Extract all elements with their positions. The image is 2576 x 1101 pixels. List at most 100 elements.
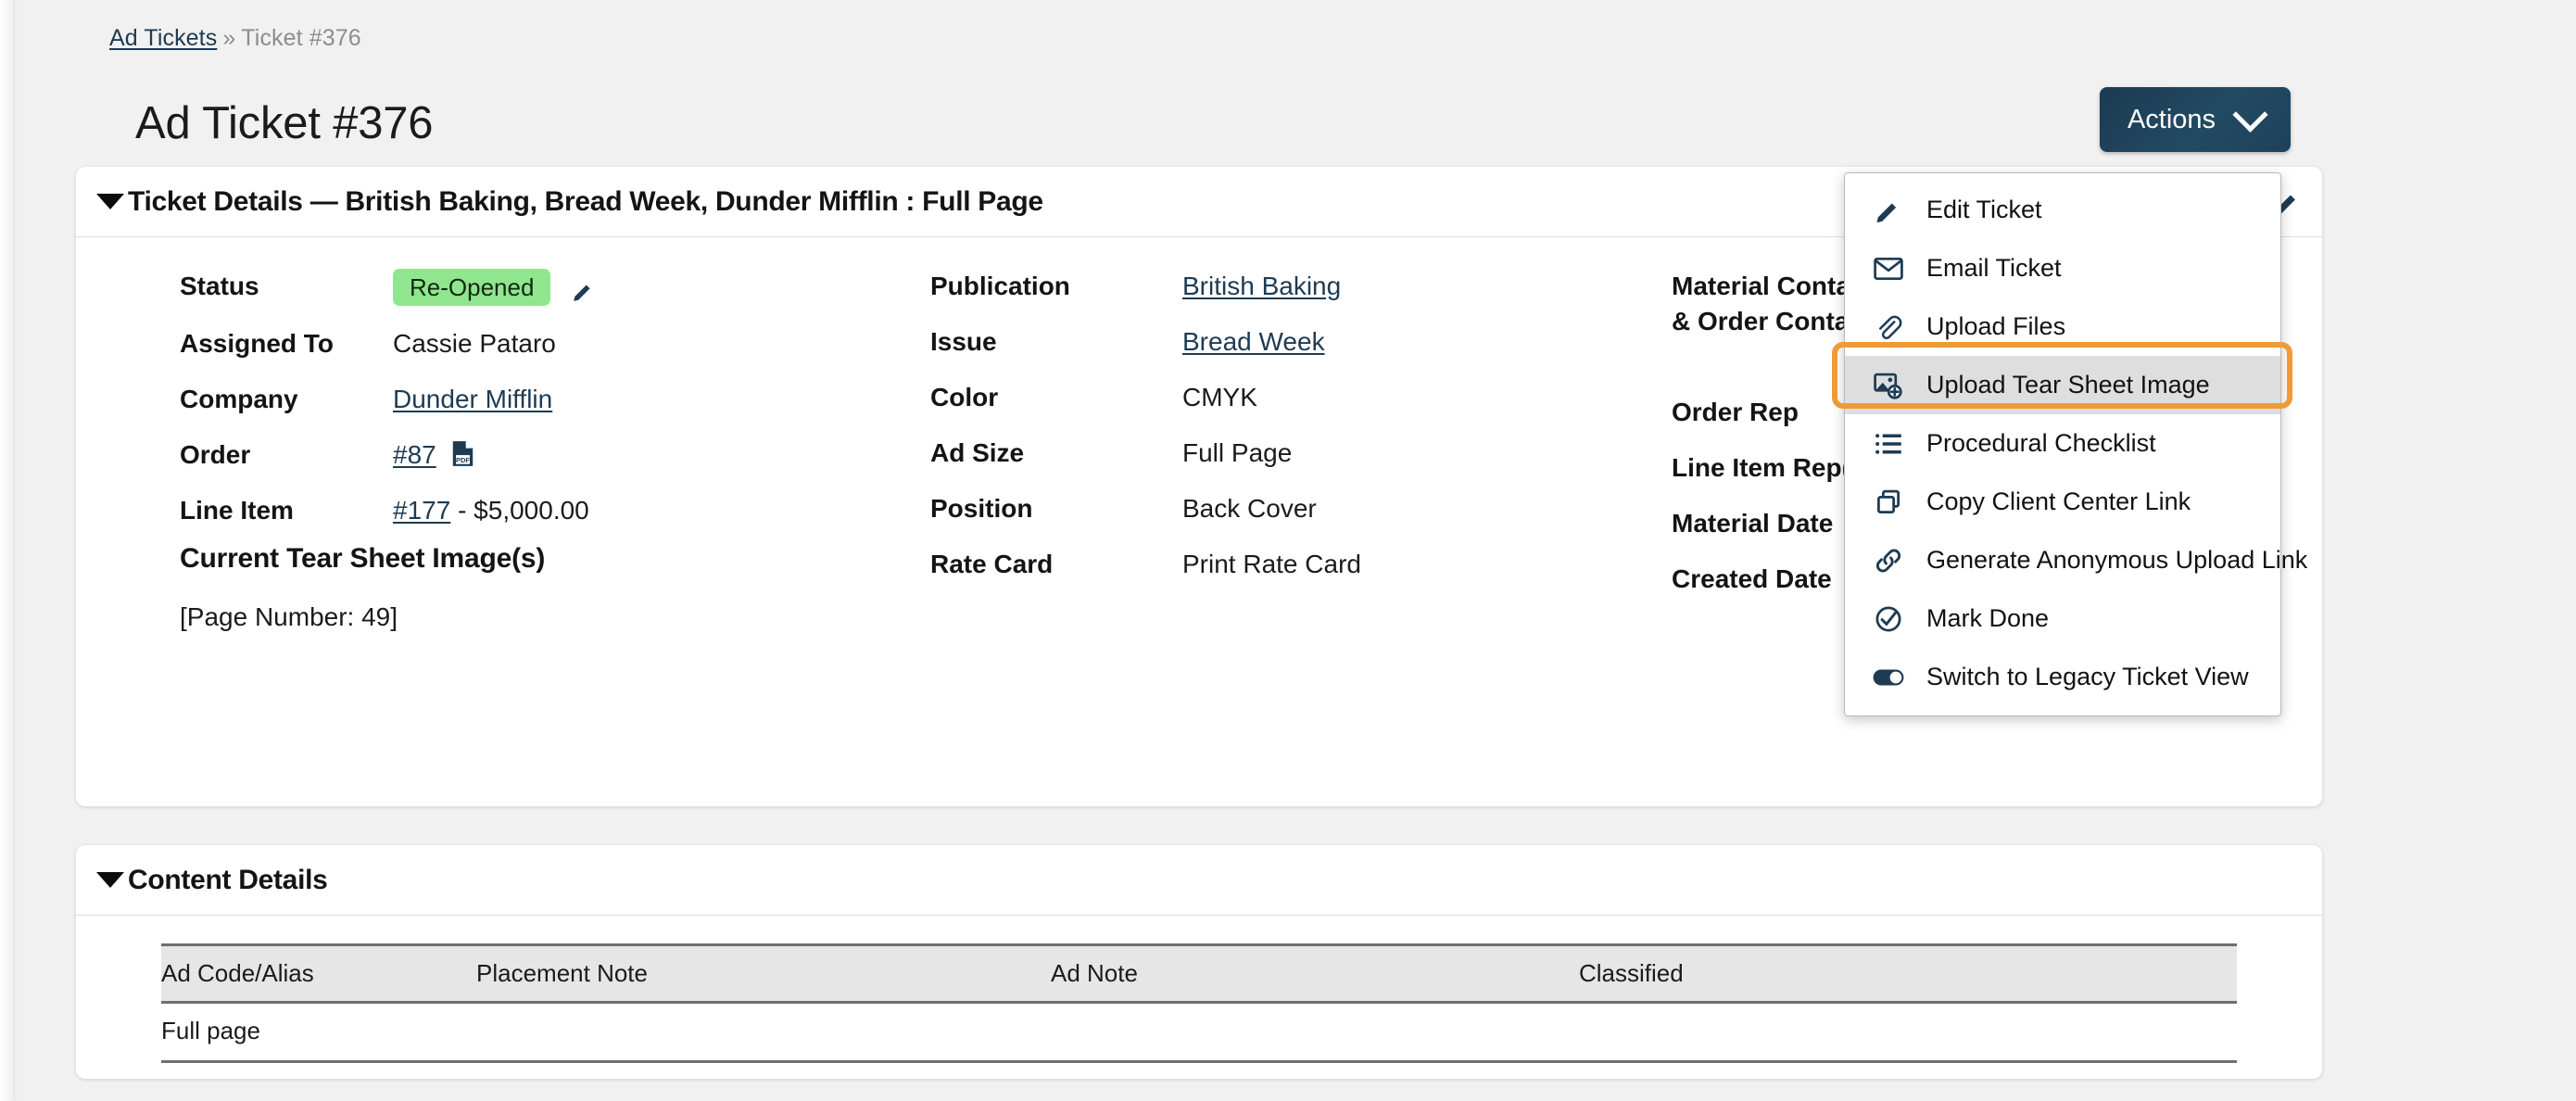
list-icon xyxy=(1873,428,1904,460)
column-header-ad-note: Ad Note xyxy=(1051,943,1579,1004)
content-details-title: Content Details xyxy=(128,864,328,895)
triangle-down-icon[interactable] xyxy=(96,194,124,209)
actions-button[interactable]: Actions xyxy=(2100,87,2291,152)
table-header-row: Ad Code/Alias Placement Note Ad Note Cla… xyxy=(161,943,2237,1004)
image-add-icon xyxy=(1873,370,1904,401)
content-details-table: Ad Code/Alias Placement Note Ad Note Cla… xyxy=(161,943,2237,1063)
detail-label: Company xyxy=(180,385,298,413)
menu-item-label: Procedural Checklist xyxy=(1926,429,2156,457)
detail-row-ad-size: Ad Size Full Page xyxy=(930,436,1653,471)
detail-column-middle: Publication British Baking Issue Bread W… xyxy=(930,269,1653,602)
detail-value: Re-Opened xyxy=(393,269,595,306)
copy-icon xyxy=(1873,487,1904,518)
detail-column-left: Status Re-Opened Assigned To Cassie Pata… xyxy=(180,269,903,549)
cell-classified xyxy=(1579,1002,2237,1063)
menu-item-label: Upload Tear Sheet Image xyxy=(1926,371,2210,399)
order-link[interactable]: #87 xyxy=(393,440,436,469)
chevron-down-icon xyxy=(2232,96,2268,133)
menu-item-label: Email Ticket xyxy=(1926,254,2062,282)
toggle-on-icon xyxy=(1873,662,1904,693)
detail-value: Back Cover xyxy=(1182,494,1317,523)
detail-value: #177 - $5,000.00 xyxy=(393,493,589,528)
table-row[interactable]: Full page xyxy=(161,1002,2237,1063)
detail-label: Position xyxy=(930,494,1033,523)
menu-item-label: Copy Client Center Link xyxy=(1926,487,2191,515)
tear-sheet-page-number: [Page Number: 49] xyxy=(180,602,398,631)
actions-dropdown-menu: Edit Ticket Email Ticket Upload Files Up… xyxy=(1844,172,2307,716)
menu-item-label: Upload Files xyxy=(1926,312,2066,340)
breadcrumb-separator: » xyxy=(222,25,236,51)
tear-sheet-title: Current Tear Sheet Image(s) xyxy=(180,543,546,574)
detail-label: Assigned To xyxy=(180,329,334,358)
paperclip-icon xyxy=(1873,311,1904,343)
pdf-icon[interactable]: PDF xyxy=(450,440,475,468)
menu-item-label: Switch to Legacy Ticket View xyxy=(1926,663,2249,690)
menu-item-copy-client-center-link[interactable]: Copy Client Center Link xyxy=(1845,473,2280,531)
menu-item-label: Mark Done xyxy=(1926,604,2050,632)
line-item-link[interactable]: #177 xyxy=(393,496,450,525)
publication-link[interactable]: British Baking xyxy=(1182,272,1341,300)
detail-row-issue: Issue Bread Week xyxy=(930,324,1653,360)
check-circle-icon xyxy=(1873,603,1904,635)
detail-label: Ad Size xyxy=(930,438,1025,467)
status-badge: Re-Opened xyxy=(393,269,551,306)
detail-value: Dunder Mifflin xyxy=(393,382,552,417)
menu-item-mark-done[interactable]: Mark Done xyxy=(1845,589,2280,648)
detail-label: Color xyxy=(930,383,999,411)
page-title: Ad Ticket #376 xyxy=(135,97,434,148)
company-link[interactable]: Dunder Mifflin xyxy=(393,385,552,413)
pencil-icon[interactable] xyxy=(571,277,595,301)
detail-label: Line Item xyxy=(180,496,294,525)
line-item-amount: - $5,000.00 xyxy=(450,496,589,525)
menu-item-label: Edit Ticket xyxy=(1926,196,2042,223)
envelope-icon xyxy=(1873,253,1904,285)
detail-row-status: Status Re-Opened xyxy=(180,269,903,306)
menu-item-procedural-checklist[interactable]: Procedural Checklist xyxy=(1845,414,2280,473)
detail-label: Order xyxy=(180,440,251,469)
issue-link[interactable]: Bread Week xyxy=(1182,327,1325,356)
detail-value: Print Rate Card xyxy=(1182,550,1361,578)
cell-ad-code: Full page xyxy=(161,1002,476,1063)
triangle-down-icon[interactable] xyxy=(96,872,124,888)
column-header-placement-note: Placement Note xyxy=(476,943,1051,1004)
content-details-header[interactable]: Content Details xyxy=(76,845,2322,916)
menu-item-label: Generate Anonymous Upload Link xyxy=(1926,546,2308,574)
detail-value: CMYK xyxy=(1182,383,1257,411)
column-header-classified: Classified xyxy=(1579,943,2237,1004)
pencil-icon xyxy=(1873,195,1904,226)
menu-item-email-ticket[interactable]: Email Ticket xyxy=(1845,239,2280,297)
cell-placement-note xyxy=(476,1002,1051,1063)
menu-item-upload-files[interactable]: Upload Files xyxy=(1845,297,2280,356)
content-details-card: Content Details Ad Code/Alias Placement … xyxy=(76,845,2322,1079)
cell-ad-note xyxy=(1051,1002,1579,1063)
menu-item-upload-tear-sheet-image[interactable]: Upload Tear Sheet Image xyxy=(1845,356,2280,414)
column-header-ad-code: Ad Code/Alias xyxy=(161,943,476,1004)
ticket-details-title: Ticket Details — British Baking, Bread W… xyxy=(128,185,1043,217)
detail-value: #87 PDF xyxy=(393,437,475,473)
menu-item-generate-anonymous-upload-link[interactable]: Generate Anonymous Upload Link xyxy=(1845,531,2307,589)
detail-row-company: Company Dunder Mifflin xyxy=(180,382,903,417)
detail-row-publication: Publication British Baking xyxy=(930,269,1653,304)
detail-label: Issue xyxy=(930,327,997,356)
breadcrumb: Ad Tickets» Ticket #376 xyxy=(109,24,361,52)
detail-label: Rate Card xyxy=(930,550,1054,578)
tear-sheet-section: Current Tear Sheet Image(s) [Page Number… xyxy=(180,543,545,632)
actions-button-label: Actions xyxy=(2127,104,2216,134)
detail-value: Bread Week xyxy=(1182,324,1325,360)
detail-row-order: Order #87 PDF xyxy=(180,437,903,473)
detail-row-line-item: Line Item #177 - $5,000.00 xyxy=(180,493,903,528)
breadcrumb-link-ad-tickets[interactable]: Ad Tickets xyxy=(109,25,217,51)
detail-row-assigned-to: Assigned To Cassie Pataro xyxy=(180,326,903,361)
breadcrumb-current: Ticket #376 xyxy=(241,25,361,51)
detail-row-color: Color CMYK xyxy=(930,380,1653,415)
menu-item-edit-ticket[interactable]: Edit Ticket xyxy=(1845,181,2280,239)
svg-text:PDF: PDF xyxy=(456,456,470,464)
menu-item-switch-to-legacy-ticket-view[interactable]: Switch to Legacy Ticket View xyxy=(1845,648,2280,706)
detail-label: Publication xyxy=(930,272,1070,300)
detail-value: Full Page xyxy=(1182,438,1293,467)
page-root: Ad Tickets» Ticket #376 Ad Ticket #376 Ac… xyxy=(0,0,2576,1101)
detail-row-position: Position Back Cover xyxy=(930,491,1653,526)
detail-row-rate-card: Rate Card Print Rate Card xyxy=(930,547,1653,582)
detail-value: British Baking xyxy=(1182,269,1341,304)
detail-label: Status xyxy=(180,272,259,300)
